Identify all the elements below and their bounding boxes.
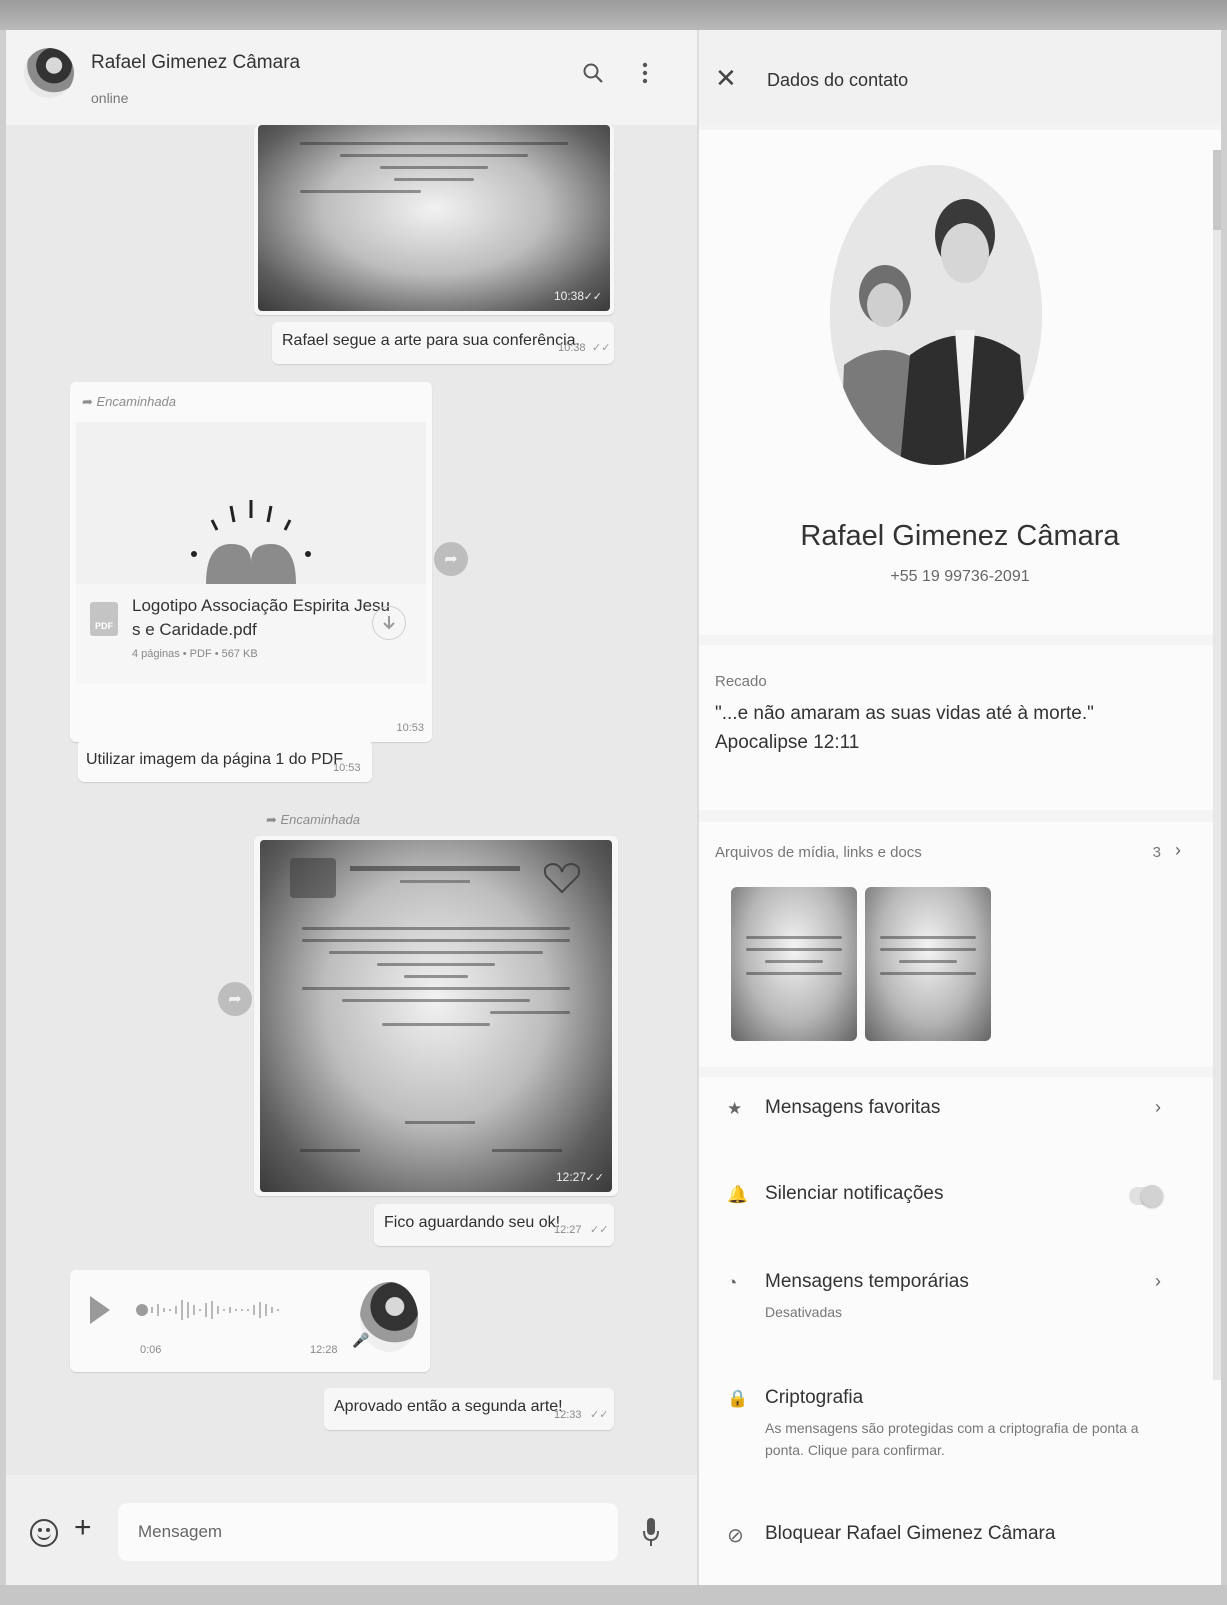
row-label: Bloquear Rafael Gimenez Câmara [765, 1523, 1056, 1544]
read-receipt-icon: ✓✓ [590, 1224, 609, 1236]
scrollbar[interactable] [1213, 150, 1221, 1380]
message-time: 10:53 [333, 762, 361, 774]
forward-icon[interactable]: ➦ [434, 542, 468, 576]
message-time: 10:38 [553, 289, 584, 303]
search-icon[interactable] [578, 58, 608, 88]
chat-header[interactable]: Rafael Gimenez Câmara online [6, 30, 698, 125]
message-time: 12:28 [310, 1344, 338, 1356]
read-receipt-icon: ✓✓ [583, 291, 602, 303]
message-time: 10:53 [396, 722, 424, 734]
document-preview[interactable] [76, 422, 426, 584]
document-info[interactable]: PDF Logotipo Associação Espirita Jesu s … [76, 584, 426, 684]
message-text: Aprovado então a segunda arte! [334, 1398, 563, 1415]
message-image[interactable]: 10:38 ✓✓ [258, 125, 610, 311]
microphone-icon[interactable] [642, 1517, 660, 1547]
logo-image [543, 862, 581, 894]
media-section[interactable]: Arquivos de mídia, links e docs 3 › [699, 822, 1221, 1067]
forwarded-label: ➦ Encaminhada [82, 394, 177, 409]
row-sublabel: Desativadas [765, 1304, 843, 1320]
emoji-icon[interactable] [30, 1519, 58, 1547]
attach-plus-icon[interactable]: + [74, 1513, 92, 1543]
settings-section: ★ Mensagens favoritas › 🔔 Silenciar noti… [699, 1077, 1221, 1585]
document-meta: 4 páginas • PDF • 567 KB [132, 648, 258, 660]
lock-icon: 🔒 [727, 1389, 749, 1408]
about-section: Recado "...e não amaram as suas vidas at… [699, 645, 1221, 810]
document-message[interactable]: ➦ Encaminhada PDF Logotipo Associação Es… [70, 382, 432, 742]
message-text: Utilizar imagem da página 1 do PDF [86, 751, 344, 768]
profile-phone: +55 19 99736-2091 [890, 568, 1030, 585]
row-label: Mensagens temporárias [765, 1271, 969, 1292]
bell-icon: 🔔 [727, 1185, 749, 1204]
read-receipt-icon: ✓✓ [590, 1409, 609, 1421]
media-label: Arquivos de mídia, links e docs [715, 844, 922, 861]
message-input[interactable] [118, 1503, 618, 1561]
star-icon: ★ [727, 1099, 743, 1118]
avatar[interactable] [24, 48, 74, 98]
media-thumbnail[interactable] [865, 887, 991, 1041]
timer-icon: ◔ [727, 1273, 738, 1292]
block-icon: ⊘ [727, 1525, 744, 1547]
about-text: "...e não amaram as suas vidas até à mor… [715, 703, 1094, 754]
message-input-container [118, 1503, 618, 1561]
chat-contact-status: online [91, 90, 129, 106]
media-count: 3 [1152, 844, 1161, 861]
read-receipt-icon: ✓✓ [592, 342, 611, 354]
document-filename: s e Caridade.pdf [132, 620, 257, 639]
about-label: Recado [715, 673, 767, 690]
microphone-icon: 🎤 [352, 1332, 370, 1348]
mute-toggle[interactable] [1129, 1185, 1163, 1207]
image-message[interactable]: 10:38 ✓✓ [254, 125, 614, 315]
contact-info-header: ✕ Dados do contato [699, 30, 1221, 125]
document-filename: Logotipo Associação Espirita Jesu [132, 596, 390, 615]
contact-info-title: Dados do contato [767, 70, 909, 90]
play-button[interactable] [90, 1296, 110, 1324]
chevron-right-icon: › [1155, 1271, 1161, 1291]
message-time: 12:33 [554, 1409, 582, 1421]
chevron-right-icon[interactable]: › [1175, 840, 1181, 861]
chat-contact-name[interactable]: Rafael Gimenez Câmara [91, 52, 300, 74]
text-message[interactable]: Fico aguardando seu ok! 12:27 ✓✓ [374, 1204, 614, 1246]
close-icon[interactable]: ✕ [715, 63, 737, 94]
chevron-right-icon: › [1155, 1097, 1161, 1117]
window-bottom-strip [0, 1585, 1227, 1605]
profile-section: Rafael Gimenez Câmara +55 19 99736-2091 [699, 130, 1221, 635]
row-label: Criptografia [765, 1387, 864, 1408]
forward-icon[interactable]: ➦ [218, 982, 252, 1016]
message-image[interactable]: 12:27 ✓✓ [260, 840, 612, 1192]
download-icon[interactable] [372, 606, 406, 640]
audio-duration: 0:06 [140, 1344, 162, 1356]
chat-pane: Rafael Gimenez Câmara online 10:38 ✓✓ Ra… [6, 30, 698, 1585]
text-message[interactable]: Rafael segue a arte para sua conferência… [272, 322, 614, 364]
message-composer: + [6, 1475, 698, 1585]
pdf-icon: PDF [90, 602, 118, 636]
contact-info-pane: ✕ Dados do contato Rafael Gimenez Câmara… [699, 30, 1221, 1585]
text-message[interactable]: Aprovado então a segunda arte! 12:33 ✓✓ [324, 1388, 614, 1430]
text-message[interactable]: Utilizar imagem da página 1 do PDF 10:53 [78, 740, 372, 782]
forwarded-label: ➦ Encaminhada [266, 812, 361, 827]
row-sublabel: As mensagens são protegidas com a cripto… [765, 1420, 1139, 1459]
window-top-strip [0, 0, 1227, 30]
row-label: Mensagens favoritas [765, 1097, 941, 1118]
message-text: Rafael segue a arte para sua conferência… [282, 332, 580, 349]
message-time: 12:27 [555, 1170, 586, 1184]
message-time: 10:38 [558, 342, 586, 354]
audio-waveform[interactable] [136, 1294, 336, 1326]
image-message[interactable]: 12:27 ✓✓ [254, 836, 618, 1196]
profile-name: Rafael Gimenez Câmara [800, 520, 1120, 552]
row-label: Silenciar notificações [765, 1183, 944, 1204]
read-receipt-icon: ✓✓ [585, 1172, 604, 1184]
menu-icon[interactable] [630, 58, 660, 88]
audio-message[interactable]: 0:06 12:28 🎤 [70, 1270, 430, 1372]
profile-photo[interactable] [830, 165, 1042, 465]
coat-of-arms [290, 858, 336, 898]
message-time: 12:27 [554, 1224, 582, 1236]
media-thumbnail[interactable] [731, 887, 857, 1041]
scrollbar-thumb[interactable] [1213, 150, 1221, 230]
message-text: Fico aguardando seu ok! [384, 1214, 561, 1231]
